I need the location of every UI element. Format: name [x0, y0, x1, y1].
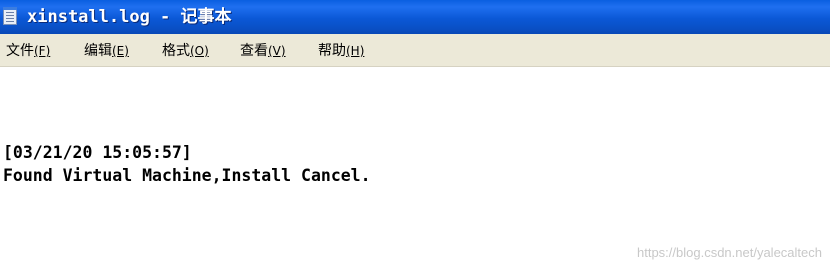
menu-edit-accelerator: (E) [112, 44, 129, 58]
menu-file-accelerator: (F) [34, 44, 51, 58]
title-bar[interactable]: xinstall.log - 记事本 [0, 0, 830, 34]
menu-edit-label: 编辑 [84, 43, 112, 59]
log-line-timestamp: [03/21/20 15:05:57] [3, 143, 192, 162]
menu-view-label: 查看 [240, 43, 268, 59]
menu-file-label: 文件 [6, 43, 34, 59]
menu-view-accelerator: (V) [268, 44, 286, 58]
text-editor-area[interactable]: [03/21/20 15:05:57] Found Virtual Machin… [0, 67, 830, 266]
watermark-text: https://blog.csdn.net/yalecaltech [636, 245, 822, 260]
menu-help[interactable]: 帮助(H) [318, 41, 364, 61]
menu-bar: 文件(F) 编辑(E) 格式(O) 查看(V) 帮助(H) [0, 34, 830, 67]
menu-format-label: 格式 [162, 43, 190, 59]
menu-file[interactable]: 文件(F) [6, 41, 50, 61]
menu-view[interactable]: 查看(V) [240, 41, 286, 61]
menu-format-accelerator: (O) [190, 44, 209, 58]
window-title: xinstall.log - 记事本 [27, 7, 232, 27]
log-line-message: Found Virtual Machine,Install Cancel. [3, 166, 371, 185]
menu-help-label: 帮助 [318, 43, 346, 59]
notepad-icon[interactable] [3, 7, 17, 25]
menu-help-accelerator: (H) [346, 44, 365, 58]
menu-edit[interactable]: 编辑(E) [84, 41, 129, 61]
menu-format[interactable]: 格式(O) [162, 41, 209, 61]
